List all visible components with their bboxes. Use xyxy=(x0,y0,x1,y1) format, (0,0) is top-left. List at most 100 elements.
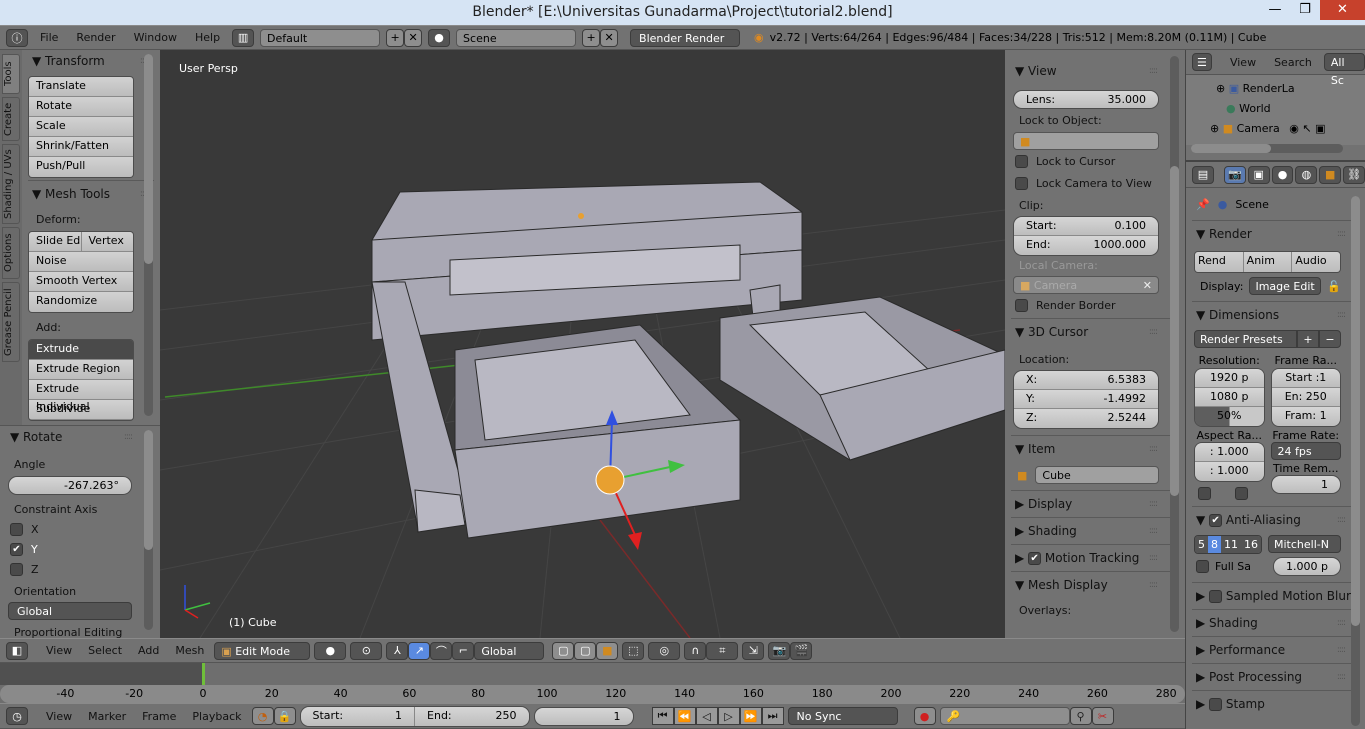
insert-keyframe-icon[interactable]: ⚲ xyxy=(1069,707,1092,725)
pivot-point-select[interactable]: ⊙ xyxy=(350,641,383,660)
resolution-x-field[interactable]: 1920 p xyxy=(1195,369,1264,388)
render-presets-select[interactable]: Render Presets xyxy=(1194,330,1297,348)
layers-icon[interactable]: ⇲ xyxy=(742,641,765,660)
menu-render[interactable]: Render xyxy=(70,31,121,44)
local-camera-field[interactable]: ■ Camera ✕ xyxy=(1013,276,1159,294)
jump-to-end-icon[interactable]: ⏭ xyxy=(761,707,784,725)
menu-marker[interactable]: Marker xyxy=(82,710,132,723)
timeline[interactable]: -40 -20 0 20 40 60 80 100 120 140 160 180 200 220 240 2… xyxy=(0,663,1185,703)
aa-samples-16[interactable]: 16 xyxy=(1241,536,1261,553)
post-processing-panel-header[interactable]: ▶ Post Processing:::: xyxy=(1186,666,1365,688)
shading-panel-header[interactable]: ▶ Shading:::: xyxy=(1186,612,1365,634)
delete-keyframe-icon[interactable]: ✂ xyxy=(1091,707,1114,725)
visibility-eye-icon[interactable]: ◉ xyxy=(1289,122,1299,135)
minimize-button[interactable]: — xyxy=(1260,0,1290,20)
transform-orientation-select[interactable]: Global xyxy=(474,641,545,660)
crop-checkbox[interactable] xyxy=(1235,487,1248,500)
tab-shading-uvs[interactable]: Shading / UVs xyxy=(2,144,20,224)
mesh-tools-panel-header[interactable]: ▼ Mesh Tools:::: xyxy=(22,183,160,205)
aspect-y-field[interactable]: : 1.000 xyxy=(1195,462,1264,481)
renderable-camera-icon[interactable]: ▣ xyxy=(1315,122,1325,135)
aspect-x-field[interactable]: : 1.000 xyxy=(1195,443,1264,462)
lock-object-field[interactable]: ■ xyxy=(1013,132,1159,150)
extrude-individual-button[interactable]: Extrude Individual xyxy=(29,380,133,413)
scale-button[interactable]: Scale xyxy=(29,117,133,137)
world-context-icon[interactable]: ◍ xyxy=(1295,165,1318,184)
performance-panel-header[interactable]: ▶ Performance:::: xyxy=(1186,639,1365,661)
rotate-button[interactable]: Rotate xyxy=(29,97,133,117)
vertex-select-icon[interactable]: ▢ xyxy=(552,641,575,660)
outliner-item-camera[interactable]: ⊕ ■ Camera ◉ ↖ ▣ xyxy=(1186,119,1365,139)
slide-vertex-button[interactable]: Vertex xyxy=(81,232,133,252)
record-icon[interactable]: ● xyxy=(913,707,936,725)
outliner-filter-select[interactable]: All Sc xyxy=(1323,53,1365,87)
display-select[interactable]: Image Edit xyxy=(1249,277,1322,295)
checkbox-icon[interactable] xyxy=(1209,698,1223,711)
tab-create[interactable]: Create xyxy=(2,97,20,141)
scene-field[interactable]: Scene xyxy=(456,28,577,47)
selectable-cursor-icon[interactable]: ↖ xyxy=(1302,122,1311,135)
dimensions-panel-header[interactable]: ▼ Dimensions:::: xyxy=(1186,304,1365,326)
render-image-button[interactable]: Rend xyxy=(1195,252,1244,272)
timeline-ruler[interactable]: -40 -20 0 20 40 60 80 100 120 140 160 180 200 220 240 2… xyxy=(0,685,1185,703)
frame-start-field[interactable]: Start :1 xyxy=(1271,369,1340,388)
checkmark-icon[interactable]: ✔ xyxy=(1209,514,1223,527)
scene-context-icon[interactable]: ● xyxy=(1271,165,1294,184)
cursor-x-field[interactable]: X: 6.5383 xyxy=(1014,371,1158,390)
cursor-z-field[interactable]: Z: 2.5244 xyxy=(1014,409,1158,428)
render-border-checkbox[interactable]: Render Border xyxy=(1005,294,1185,316)
frame-rate-select[interactable]: 24 fps xyxy=(1270,442,1341,460)
shading-panel-header[interactable]: ▶ Shading:::: xyxy=(1005,520,1185,542)
pin-icon[interactable]: 📌 xyxy=(1196,198,1210,218)
lock-camera-checkbox[interactable]: Lock Camera to View xyxy=(1005,172,1185,194)
tab-grease-pencil[interactable]: Grease Pencil xyxy=(2,282,20,362)
menu-file[interactable]: File xyxy=(34,31,64,44)
remove-layout-icon[interactable]: ✕ xyxy=(404,28,423,47)
clip-start-field[interactable]: Start: 0.100 xyxy=(1014,217,1158,236)
3d-viewport[interactable]: User Persp (1) Cube xyxy=(160,50,1005,638)
shrink-fatten-button[interactable]: Shrink/Fatten xyxy=(29,137,133,157)
angle-field[interactable]: -267.263° xyxy=(8,476,132,495)
layout-field[interactable]: Default xyxy=(260,28,381,47)
clear-icon[interactable]: ✕ xyxy=(1143,277,1152,293)
outliner-hscrollbar[interactable] xyxy=(1191,144,1343,153)
object-context-icon[interactable]: ■ xyxy=(1319,165,1342,184)
info-editor-icon[interactable]: ⓘ xyxy=(6,28,28,47)
limit-selection-icon[interactable]: ⬚ xyxy=(622,641,645,660)
frame-end-field[interactable]: En: 250 xyxy=(1271,388,1340,407)
toolshelf-scrollbar[interactable] xyxy=(144,54,153,416)
checkbox-icon[interactable] xyxy=(1209,590,1223,603)
checkmark-icon[interactable]: ✔ xyxy=(1028,552,1042,565)
viewport-shading-select[interactable]: ● xyxy=(314,641,347,660)
lock-cursor-checkbox[interactable]: Lock to Cursor xyxy=(1005,150,1185,172)
scale-manipulator-icon[interactable]: ⌐ xyxy=(452,641,475,660)
cursor-y-field[interactable]: Y: -1.4992 xyxy=(1014,390,1158,409)
motion-tracking-panel-header[interactable]: ▶ ✔ Motion Tracking:::: xyxy=(1005,547,1185,569)
menu-search[interactable]: Search xyxy=(1268,56,1318,69)
render-panel-header[interactable]: ▼ Render:::: xyxy=(1186,223,1365,245)
menu-mesh[interactable]: Mesh xyxy=(169,644,210,657)
add-scene-icon[interactable]: + xyxy=(582,28,601,47)
screen-layout-icon[interactable]: ▥ xyxy=(232,28,255,47)
axis-z-checkbox[interactable]: Z xyxy=(0,559,160,579)
timeline-editor-icon[interactable]: ◷ xyxy=(6,707,28,725)
outliner-item-world[interactable]: ● World xyxy=(1186,99,1365,119)
audio-button[interactable]: Audio xyxy=(1292,252,1340,272)
slide-edge-button[interactable]: Slide Ed xyxy=(29,232,82,252)
current-frame-field[interactable]: 1 xyxy=(533,706,634,726)
add-layout-icon[interactable]: + xyxy=(386,28,405,47)
menu-select[interactable]: Select xyxy=(82,644,128,657)
orientation-select[interactable]: Global xyxy=(8,602,132,620)
view-panel-header[interactable]: ▼ View:::: xyxy=(1005,60,1185,82)
menu-playback[interactable]: Playback xyxy=(186,710,247,723)
render-context-icon[interactable]: 📷 xyxy=(1223,165,1246,184)
snap-element-select[interactable]: ⌗ xyxy=(706,641,739,660)
play-icon[interactable]: ▷ xyxy=(717,707,740,725)
resolution-percentage-slider[interactable]: 50% xyxy=(1195,407,1264,426)
aa-samples-8[interactable]: 8 xyxy=(1208,536,1221,553)
aa-samples-5[interactable]: 5 xyxy=(1195,536,1208,553)
motion-blur-panel-header[interactable]: ▶ Sampled Motion Blur xyxy=(1186,585,1365,607)
render-animation-icon[interactable]: 🎬 xyxy=(790,641,813,660)
item-panel-header[interactable]: ▼ Item:::: xyxy=(1005,438,1185,460)
menu-help[interactable]: Help xyxy=(189,31,226,44)
